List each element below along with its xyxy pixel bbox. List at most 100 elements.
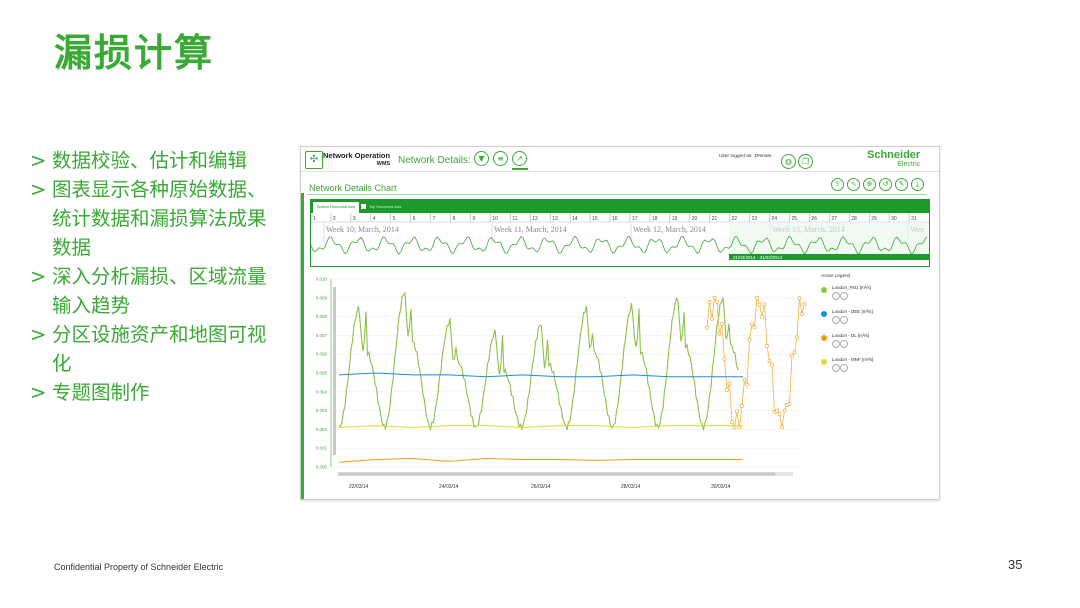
overview-day-label: 30: [891, 216, 897, 222]
legend-settings-icon[interactable]: [840, 364, 848, 372]
estimate-point: [740, 403, 744, 408]
bullet-text: 深入分析漏损、区域流量输入趋势: [52, 265, 267, 317]
pdf-icon[interactable]: ⤓: [911, 178, 924, 191]
network-details-label: Network Details:: [398, 155, 471, 166]
bullet-text: 图表显示各种原始数据、统计数据和漏损算法成果数据: [52, 178, 267, 259]
estimate-point: [727, 381, 732, 386]
legend-item[interactable]: London - DEE [m³/s]: [821, 308, 873, 332]
legend-edit-icon[interactable]: [832, 316, 840, 324]
page-number: 35: [1008, 557, 1023, 572]
x-tick-label: 30/03/14: [711, 484, 731, 490]
zoom-icon[interactable]: ⊕: [863, 178, 876, 191]
overview-day-label: 27: [831, 216, 837, 222]
reset-icon[interactable]: ↺: [879, 178, 892, 191]
estimate-point: [722, 357, 727, 361]
bullet-list: > 数据校验、估计和编辑 > 图表显示各种原始数据、统计数据和漏损算法成果数据 > 深入分…: [30, 146, 270, 407]
overview-day-label: 9: [472, 216, 475, 222]
estimate-point: [735, 409, 739, 414]
legend-label: London - MNF [m³/s]: [832, 357, 874, 362]
user-logged-text: User logged as: JPenate: [719, 154, 772, 159]
bullet-marker: >: [30, 381, 47, 404]
overview-navigator[interactable]: Bottom Horizontal Axis Top Horizontal Ax…: [310, 199, 930, 267]
y-scrollbar[interactable]: [333, 287, 336, 455]
legend-settings-icon[interactable]: [840, 316, 848, 324]
overview-day-label: 3: [353, 216, 356, 222]
tab-top-axis[interactable]: Top Horizontal Axis: [369, 202, 401, 213]
globe-icon[interactable]: ◍: [781, 154, 796, 169]
checkbox-top-axis[interactable]: [361, 204, 366, 209]
overview-day-label: 4: [373, 216, 376, 222]
legend-edit-icon[interactable]: [832, 364, 840, 372]
bullet-marker: >: [30, 149, 47, 172]
main-chart: 0.010 0.009 0.008 0.007 0.006 0.005 0.004 0.003…: [316, 277, 807, 490]
legend-label: London - DEE [m³/s]: [832, 309, 873, 314]
overview-day-label: 2: [333, 216, 336, 222]
title-divider: [307, 194, 927, 195]
estimate-point: [767, 359, 772, 364]
overview-tab-bar: Bottom Horizontal Axis Top Horizontal Ax…: [311, 200, 929, 213]
estimate-point: [720, 322, 724, 327]
copy-icon[interactable]: ❐: [798, 154, 813, 169]
chart-icon[interactable]: ↗: [512, 151, 527, 166]
estimate-point: [770, 363, 774, 368]
header-divider: [301, 171, 939, 172]
overview-range-label: 21/03/2014 - 31/03/2014: [733, 255, 783, 260]
overview-day-label: 18: [652, 216, 658, 222]
estimate-point: [795, 335, 799, 340]
app-name: Network Operation WMS: [323, 152, 390, 168]
estimate-point: [792, 350, 797, 355]
estimate-point: [707, 300, 712, 304]
filter-icon[interactable]: ▼: [474, 151, 489, 166]
bullet-item: > 深入分析漏损、区域流量输入趋势: [30, 262, 270, 320]
app-name-line2: WMS: [376, 161, 391, 167]
overview-day-label: 22: [732, 216, 738, 222]
y-tick-label: 0.002: [316, 427, 328, 432]
footer-text: Confidential Property of Schneider Elect…: [54, 562, 224, 572]
legend-item[interactable]: London - MNF [m³/s]: [821, 356, 873, 380]
legend-settings-icon[interactable]: [840, 340, 848, 348]
legend-settings-icon[interactable]: [840, 292, 848, 300]
estimate-point: [780, 425, 784, 430]
estimate-point: [755, 295, 759, 300]
legend-item[interactable]: London_FM1 [m³/s]: [821, 284, 871, 308]
slide-title: 漏损计算: [54, 31, 215, 75]
estimate-point: [715, 299, 719, 304]
x-tick-label: 22/03/14: [349, 484, 369, 490]
legend-edit-icon[interactable]: [832, 340, 840, 348]
bullet-text: 分区设施资产和地图可视化: [52, 323, 267, 375]
estimate-point: [797, 296, 802, 301]
export-icon[interactable]: ⇪: [831, 178, 844, 191]
estimate-point: [782, 408, 787, 413]
overview-day-label: 10: [492, 216, 498, 222]
estimate-point: [745, 382, 749, 387]
y-tick-label: 0.001: [316, 446, 328, 451]
overview-day-label: 24: [772, 216, 778, 222]
brand-line2: Electric: [897, 161, 921, 168]
overview-week-label: Week 11, March, 2014: [494, 225, 567, 234]
x-scrollbar-thumb[interactable]: [339, 472, 775, 476]
overview-day-label: 16: [612, 216, 618, 222]
legend-swatch: [821, 311, 827, 317]
estimate-point: [747, 337, 752, 342]
overview-day-label: 11: [512, 216, 517, 222]
overview-svg: 1 2 3 4 5 6 7 8 9 10 11 12 13 14 15 16 17 18 19 20 21 22 23 24 2…: [311, 213, 929, 260]
estimate-point: [777, 412, 782, 416]
estimate-point: [787, 401, 792, 406]
x-tick-label: 24/03/14: [439, 484, 459, 490]
line-icon[interactable]: ∿: [847, 178, 860, 191]
overview-day-label: 20: [692, 216, 698, 222]
list-icon[interactable]: ≡: [493, 151, 508, 166]
overview-day-label: 25: [791, 216, 797, 222]
bullet-marker: >: [30, 178, 47, 201]
overview-day-label: 8: [453, 216, 456, 222]
overview-day-label: 31: [911, 216, 917, 222]
tab-bottom-axis[interactable]: Bottom Horizontal Axis: [313, 202, 360, 213]
estimate-point: [737, 425, 742, 430]
estimate-point: [800, 312, 804, 316]
overview-week-label: Week 12, March, 2014: [633, 225, 706, 234]
legend-item[interactable]: London - DL [m³/s]: [821, 332, 869, 356]
legend-edit-icon[interactable]: [832, 292, 840, 300]
estimate-point: [712, 295, 717, 300]
draw-icon[interactable]: ✎: [895, 178, 908, 191]
overview-week-label: Week 10, March, 2014: [326, 225, 399, 234]
